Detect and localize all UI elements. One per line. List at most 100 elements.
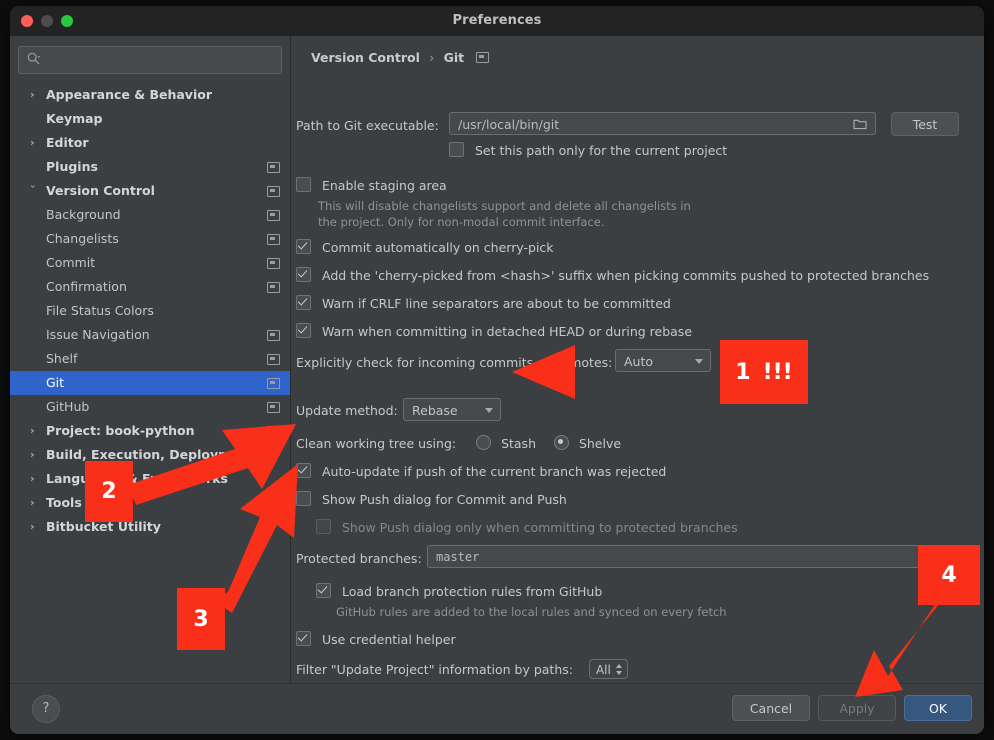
sidebar-item-project-book-python[interactable]: ›Project: book-python [10, 419, 290, 443]
ok-button[interactable]: OK [904, 695, 972, 721]
settings-config-icon[interactable] [267, 354, 280, 365]
sidebar-item-version-control[interactable]: ˇVersion Control [10, 179, 290, 203]
settings-config-icon[interactable] [267, 162, 280, 173]
sidebar-item-issue-navigation[interactable]: Issue Navigation [10, 323, 290, 347]
use-credential-helper-row[interactable]: Use credential helper [296, 631, 456, 647]
settings-config-icon[interactable] [267, 426, 280, 437]
search-input[interactable] [45, 47, 275, 75]
breadcrumb-config-icon[interactable] [476, 52, 489, 63]
auto-update-rejected-row[interactable]: Auto-update if push of the current branc… [296, 463, 666, 479]
show-push-dialog-checkbox[interactable] [296, 491, 311, 506]
test-button[interactable]: Test [891, 112, 959, 136]
filter-update-stepper[interactable]: All [589, 659, 628, 679]
search-container [10, 36, 290, 80]
sidebar-item-commit[interactable]: Commit [10, 251, 290, 275]
explicit-check-select[interactable]: Auto [615, 349, 711, 372]
warn-crlf-row[interactable]: Warn if CRLF line separators are about t… [296, 295, 671, 311]
chevron-right-icon[interactable]: › [30, 131, 42, 155]
sidebar-item-background[interactable]: Background [10, 203, 290, 227]
sidebar-item-bitbucket-utility[interactable]: ›Bitbucket Utility [10, 515, 290, 539]
protected-branches-value: master [436, 550, 479, 564]
sidebar-item-label: Git [46, 371, 64, 395]
settings-config-icon[interactable] [267, 330, 280, 341]
update-method-select[interactable]: Rebase [403, 398, 501, 421]
settings-tree[interactable]: ›Appearance & BehaviorKeymap›EditorPlugi… [10, 83, 290, 684]
clean-tree-shelve-radio[interactable] [554, 435, 569, 450]
staging-hint-line2: the project. Only for non-modal commit i… [318, 215, 604, 229]
cancel-button[interactable]: Cancel [732, 695, 810, 721]
stepper-down-icon[interactable] [616, 671, 622, 675]
window-titlebar: Preferences [10, 6, 984, 37]
enable-staging-area-label: Enable staging area [322, 178, 447, 193]
sidebar-item-build-execution-deployment[interactable]: ›Build, Execution, Deployment [10, 443, 290, 467]
explicit-check-value: Auto [624, 354, 653, 369]
sidebar-item-label: Tools [46, 491, 82, 515]
enable-staging-area-checkbox[interactable] [296, 177, 311, 192]
search-box[interactable] [18, 46, 282, 74]
settings-config-icon[interactable] [267, 234, 280, 245]
sidebar-item-git[interactable]: Git [10, 371, 290, 395]
sidebar-item-label: Shelf [46, 347, 77, 371]
show-push-dialog-label: Show Push dialog for Commit and Push [322, 492, 567, 507]
commit-auto-cherry-pick-row[interactable]: Commit automatically on cherry-pick [296, 239, 554, 255]
chevron-right-icon[interactable]: › [30, 491, 42, 515]
auto-update-rejected-checkbox[interactable] [296, 463, 311, 478]
sidebar-item-file-status-colors[interactable]: File Status Colors [10, 299, 290, 323]
set-path-current-project-checkbox[interactable] [449, 142, 464, 157]
warn-crlf-checkbox[interactable] [296, 295, 311, 310]
sidebar-item-changelists[interactable]: Changelists [10, 227, 290, 251]
show-push-dialog-row[interactable]: Show Push dialog for Commit and Push [296, 491, 567, 507]
warn-detached-head-row[interactable]: Warn when committing in detached HEAD or… [296, 323, 692, 339]
sidebar-item-label: Keymap [46, 107, 103, 131]
filter-update-label: Filter "Update Project" information by p… [296, 662, 573, 677]
sidebar-item-plugins[interactable]: Plugins [10, 155, 290, 179]
load-branch-protection-checkbox[interactable] [316, 583, 331, 598]
warn-detached-head-checkbox[interactable] [296, 323, 311, 338]
commit-auto-cherry-pick-checkbox[interactable] [296, 239, 311, 254]
clean-tree-stash-radio[interactable] [476, 435, 491, 450]
sidebar-item-confirmation[interactable]: Confirmation [10, 275, 290, 299]
chevron-down-icon [695, 359, 703, 364]
sidebar-item-editor[interactable]: ›Editor [10, 131, 290, 155]
use-credential-helper-checkbox[interactable] [296, 631, 311, 646]
sidebar-item-shelf[interactable]: Shelf [10, 347, 290, 371]
chevron-down-icon[interactable]: ˇ [30, 179, 42, 203]
settings-config-icon[interactable] [267, 186, 280, 197]
annotation-badge-4-label: 4 [941, 563, 956, 588]
sidebar-item-keymap[interactable]: Keymap [10, 107, 290, 131]
chevron-right-icon[interactable]: › [30, 83, 42, 107]
help-button[interactable]: ? [32, 695, 60, 723]
add-cherry-picked-suffix-row[interactable]: Add the 'cherry-picked from <hash>' suff… [296, 267, 929, 283]
stepper-up-icon[interactable] [616, 664, 622, 668]
sidebar-item-tools[interactable]: ›Tools [10, 491, 290, 515]
add-cherry-picked-suffix-checkbox[interactable] [296, 267, 311, 282]
sidebar-item-github[interactable]: GitHub [10, 395, 290, 419]
sidebar-item-label: File Status Colors [46, 299, 154, 323]
annotation-badge-1-extra: !!! [763, 360, 793, 385]
sidebar-item-languages-frameworks[interactable]: ›Languages & Frameworks [10, 467, 290, 491]
settings-config-icon[interactable] [267, 402, 280, 413]
settings-config-icon[interactable] [267, 282, 280, 293]
set-path-current-project-row[interactable]: Set this path only for the current proje… [449, 142, 727, 158]
sidebar-item-label: Background [46, 203, 121, 227]
sidebar-item-label: Appearance & Behavior [46, 83, 212, 107]
clean-tree-stash-label: Stash [501, 436, 536, 451]
set-path-current-project-label: Set this path only for the current proje… [475, 143, 727, 158]
settings-config-icon[interactable] [267, 378, 280, 389]
chevron-right-icon[interactable]: › [30, 419, 42, 443]
sidebar-item-label: Version Control [46, 179, 155, 203]
clean-tree-label: Clean working tree using: [296, 436, 456, 451]
load-branch-protection-row[interactable]: Load branch protection rules from GitHub [316, 583, 602, 599]
breadcrumb-root[interactable]: Version Control [311, 50, 420, 65]
path-to-git-field[interactable]: /usr/local/bin/git [449, 112, 876, 135]
settings-config-icon[interactable] [267, 210, 280, 221]
chevron-right-icon[interactable]: › [30, 467, 42, 491]
chevron-right-icon[interactable]: › [30, 443, 42, 467]
enable-staging-area-row[interactable]: Enable staging area [296, 177, 447, 193]
sidebar-item-label: Languages & Frameworks [46, 467, 228, 491]
sidebar-item-appearance-behavior[interactable]: ›Appearance & Behavior [10, 83, 290, 107]
browse-folder-icon[interactable] [853, 118, 868, 130]
settings-config-icon[interactable] [267, 258, 280, 269]
chevron-right-icon[interactable]: › [30, 515, 42, 539]
protected-branches-field[interactable]: master [427, 545, 969, 568]
